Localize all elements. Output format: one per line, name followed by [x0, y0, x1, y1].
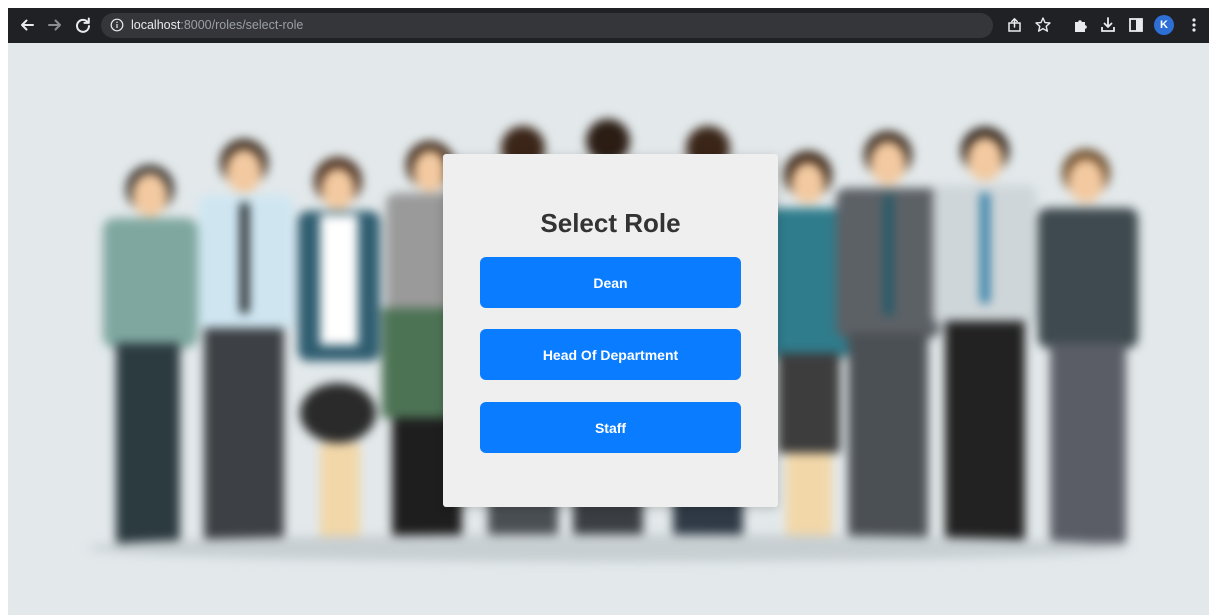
- card-title: Select Role: [540, 208, 681, 238]
- url-host: localhost: [131, 18, 181, 32]
- select-role-card: Select Role Dean Head Of Department Staf…: [443, 154, 778, 507]
- staff-button[interactable]: Staff: [480, 402, 741, 453]
- browser-window: localhost:8000/roles/select-role K Selec…: [8, 8, 1209, 615]
- forward-arrow-icon[interactable]: [44, 14, 66, 36]
- reload-icon[interactable]: [72, 14, 94, 36]
- profile-avatar[interactable]: K: [1154, 15, 1174, 35]
- head-of-department-button[interactable]: Head Of Department: [480, 329, 741, 380]
- back-arrow-icon[interactable]: [16, 14, 38, 36]
- address-bar[interactable]: localhost:8000/roles/select-role: [101, 13, 993, 38]
- info-icon[interactable]: [110, 18, 124, 32]
- browser-toolbar: localhost:8000/roles/select-role K: [8, 8, 1209, 43]
- extensions-puzzle-icon[interactable]: [1071, 15, 1091, 35]
- kebab-menu-icon[interactable]: [1184, 15, 1204, 35]
- side-panel-icon[interactable]: [1126, 15, 1146, 35]
- dean-button[interactable]: Dean: [480, 257, 741, 308]
- download-icon[interactable]: [1098, 15, 1118, 35]
- share-icon[interactable]: [1005, 15, 1025, 35]
- url-text[interactable]: localhost:8000/roles/select-role: [131, 18, 303, 33]
- bookmark-star-icon[interactable]: [1033, 15, 1053, 35]
- url-path: :8000/roles/select-role: [180, 18, 304, 32]
